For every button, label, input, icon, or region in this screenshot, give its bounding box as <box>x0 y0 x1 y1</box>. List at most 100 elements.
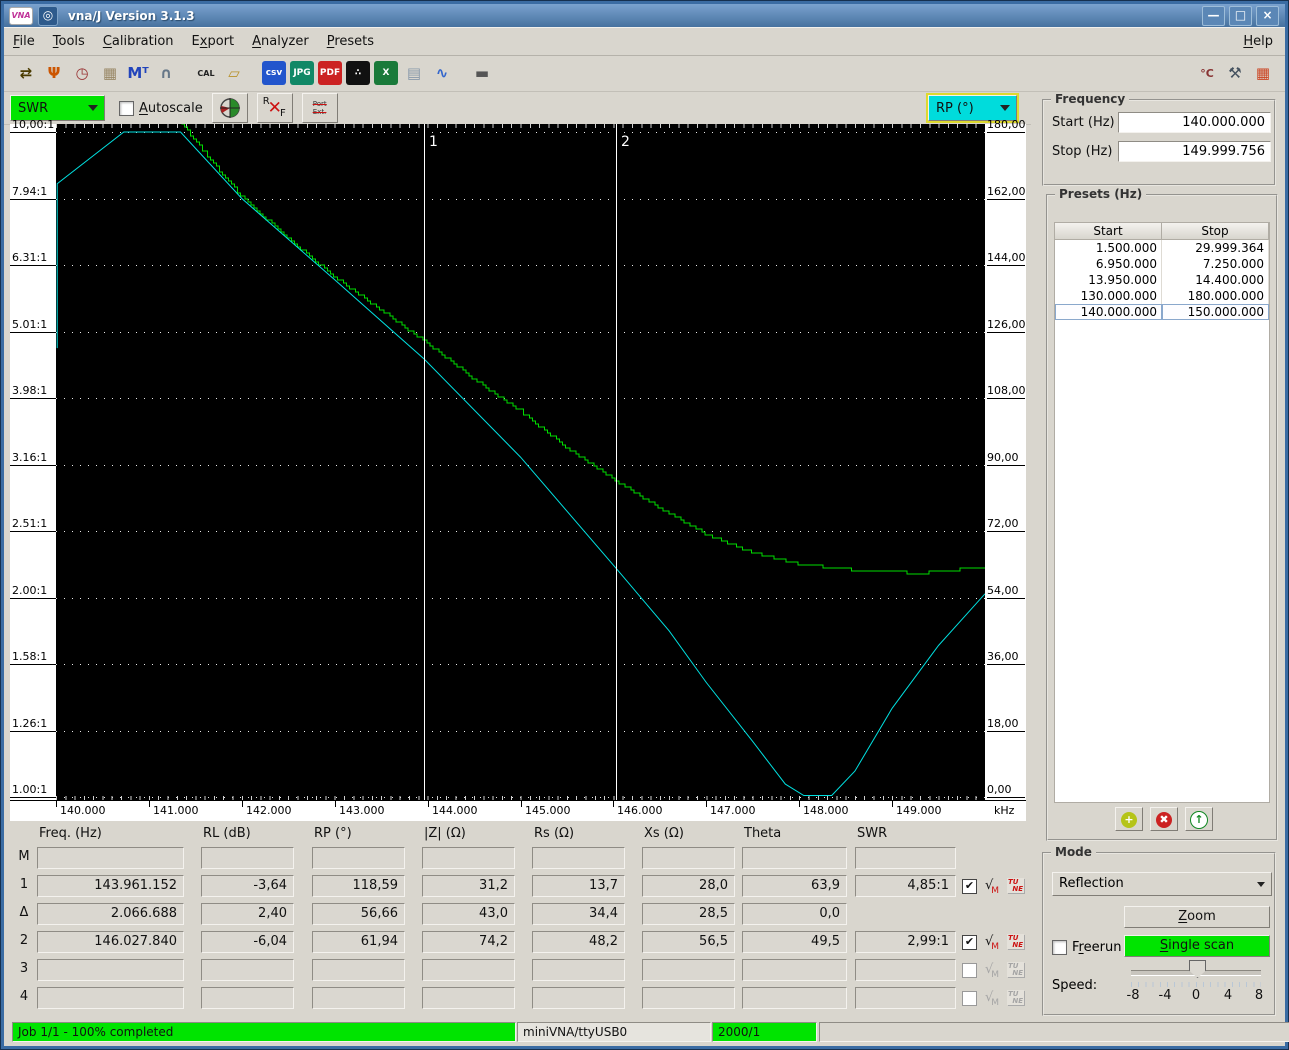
minimize-button[interactable]: — <box>1202 5 1225 26</box>
marker-cell: 4,85:1 <box>855 875 956 897</box>
preset-row[interactable]: 1.500.000 29.999.364 <box>1055 240 1269 256</box>
speed-tick-label: 0 <box>1191 988 1201 1003</box>
checkbox-box[interactable] <box>1052 940 1067 955</box>
freq-tick <box>56 801 57 807</box>
tune-icon[interactable]: TU NE <box>1007 934 1024 949</box>
preset-row[interactable]: 13.950.000 14.400.000 <box>1055 272 1269 288</box>
color-palette-icon[interactable]: ▦ <box>1251 61 1275 85</box>
freq-tick-label: 147.000 <box>710 804 756 817</box>
plot-canvas[interactable]: 12 <box>56 124 985 800</box>
open-folder-icon[interactable]: ▱ <box>222 61 246 85</box>
speed-tick-label: 8 <box>1254 988 1264 1003</box>
marker-visible-checkbox[interactable]: ✔ <box>962 879 977 894</box>
marker-cell <box>37 959 184 981</box>
scheduler-clock-icon[interactable]: ◷ <box>70 61 94 85</box>
delete-preset-button[interactable]: ✖ <box>1150 807 1178 831</box>
export-pdf-icon[interactable]: PDF <box>318 61 342 85</box>
sqrt-marker-icon[interactable]: √M <box>985 934 1003 952</box>
smith-diagram-button[interactable] <box>211 93 248 123</box>
marker-cell <box>855 959 956 981</box>
menu-item-calibration[interactable]: Calibration <box>94 30 183 53</box>
split-pane-divider[interactable] <box>1030 92 1036 1040</box>
preset-row[interactable]: 6.950.000 7.250.000 <box>1055 256 1269 272</box>
presets-panel: Presets (Hz) Start Stop 1.500.000 29.999.… <box>1046 187 1278 841</box>
export-xls-icon[interactable]: X <box>374 61 398 85</box>
tune-icon[interactable]: TU NE <box>1007 962 1024 977</box>
sqrt-marker-icon[interactable]: √M <box>985 962 1003 980</box>
chevron-down-icon <box>1000 105 1010 116</box>
menu-item-tools[interactable]: Tools <box>44 30 94 53</box>
checkbox-box[interactable] <box>119 100 134 116</box>
magnet-icon[interactable]: ∩ <box>154 61 178 85</box>
tune-icon[interactable]: TU NE <box>1007 878 1024 893</box>
menu-item-analyzer[interactable]: Analyzer <box>243 30 318 53</box>
title-bar[interactable]: VNA ◎ vna/J Version 3.1.3 — □ × <box>4 4 1285 27</box>
menu-bar: File Tools Calibration Export Analyzer Preset… <box>4 27 1285 56</box>
antenna-icon[interactable]: Ψ <box>42 61 66 85</box>
start-frequency-field[interactable]: 140.000.000 <box>1118 112 1271 133</box>
add-preset-button[interactable]: + <box>1115 807 1143 831</box>
marker-cell: 28,0 <box>642 875 735 897</box>
marker-visible-checkbox[interactable] <box>962 991 977 1006</box>
marker-cell: 63,9 <box>742 875 847 897</box>
multi-tune-icon[interactable]: Mᵀ <box>126 61 150 85</box>
freerun-checkbox[interactable]: Freerun <box>1052 940 1121 955</box>
port-extension-button[interactable]: Port Ext. <box>301 93 338 123</box>
port-ext-line1: Port <box>312 100 327 108</box>
freq-tick-label: 149.000 <box>896 804 942 817</box>
menu-item-presets[interactable]: Presets <box>318 30 383 53</box>
swr-trace <box>181 124 985 575</box>
close-button[interactable]: × <box>1256 5 1279 26</box>
mode-select[interactable]: Reflection <box>1052 872 1272 896</box>
marker-visible-checkbox[interactable]: ✔ <box>962 935 977 950</box>
sqrt-marker-icon[interactable]: √M <box>985 990 1003 1008</box>
eraser-icon[interactable]: ▬ <box>470 61 494 85</box>
export-xml-icon[interactable]: ▤ <box>402 61 426 85</box>
swr-tick-label: 2.00:1 <box>10 584 57 599</box>
export-jpg-icon[interactable]: JPG <box>290 61 314 85</box>
temperature-icon[interactable]: °C <box>1195 61 1219 85</box>
presets-table: Start Stop 1.500.000 29.999.364 6.950.000 7… <box>1054 222 1270 803</box>
rf-off-button[interactable]: R ✕ F <box>256 93 293 123</box>
presets-col-start[interactable]: Start <box>1055 223 1162 240</box>
window-menu-icon[interactable]: ◎ <box>38 5 58 26</box>
phase-tick-label: 36,00 <box>987 650 1025 665</box>
marker-visible-checkbox[interactable] <box>962 963 977 978</box>
marker-cell: 0,0 <box>742 903 847 925</box>
export-csv-icon[interactable]: csv <box>262 61 286 85</box>
column-header-2: RL (dB) <box>203 826 251 841</box>
export-chart-icon[interactable]: ∿ <box>430 61 454 85</box>
preset-row[interactable]: 130.000.000 180.000.000 <box>1055 288 1269 304</box>
swr-tick-label: 3.98:1 <box>10 384 57 399</box>
autoscale-checkbox[interactable]: Autoscale <box>119 100 203 116</box>
stop-frequency-field[interactable]: 149.999.756 <box>1118 141 1271 162</box>
menu-item-help[interactable]: Help <box>1231 30 1285 53</box>
menu-item-export[interactable]: Export <box>183 30 244 53</box>
export-snp-icon[interactable]: ∴ <box>346 61 370 85</box>
maximize-button[interactable]: □ <box>1229 5 1252 26</box>
generator-icon[interactable]: ⇄ <box>14 61 38 85</box>
marker-table: Freq. (Hz) RL (dB) RP (°) |Z| (Ω) Rs (Ω) Xs (… <box>4 824 1039 1020</box>
tune-icon[interactable]: TU NE <box>1007 990 1024 1005</box>
smith-chart-icon <box>219 98 240 118</box>
settings-tools-icon[interactable]: ⚒ <box>1223 61 1247 85</box>
preset-row[interactable]: 140.000.000 150.000.000 <box>1055 304 1269 320</box>
freq-tick-label: 146.000 <box>617 804 663 817</box>
sqrt-marker-icon[interactable]: √M <box>985 878 1003 896</box>
calibration-cal-icon[interactable]: CAL <box>194 61 218 85</box>
speed-tick-label: -8 <box>1126 988 1140 1003</box>
menu-item-file[interactable]: File <box>4 30 44 53</box>
firmware-building-icon[interactable]: ▦ <box>98 61 122 85</box>
vnaj-logo-icon: VNA <box>9 6 33 25</box>
marker-1-line[interactable] <box>424 124 425 800</box>
single-scan-button[interactable]: Single scan <box>1124 935 1270 957</box>
rf-r-label: R <box>262 96 270 107</box>
column-header-4: |Z| (Ω) <box>424 826 466 841</box>
marker-row-label: 1 <box>19 877 29 892</box>
zoom-button[interactable]: Zoom <box>1124 906 1270 928</box>
marker-2-line[interactable] <box>616 124 617 800</box>
marker-cell: 31,2 <box>422 875 515 897</box>
presets-col-stop[interactable]: Stop <box>1162 223 1269 240</box>
freq-tick-label: 142.000 <box>246 804 292 817</box>
apply-preset-button[interactable]: ↑ <box>1185 807 1213 831</box>
